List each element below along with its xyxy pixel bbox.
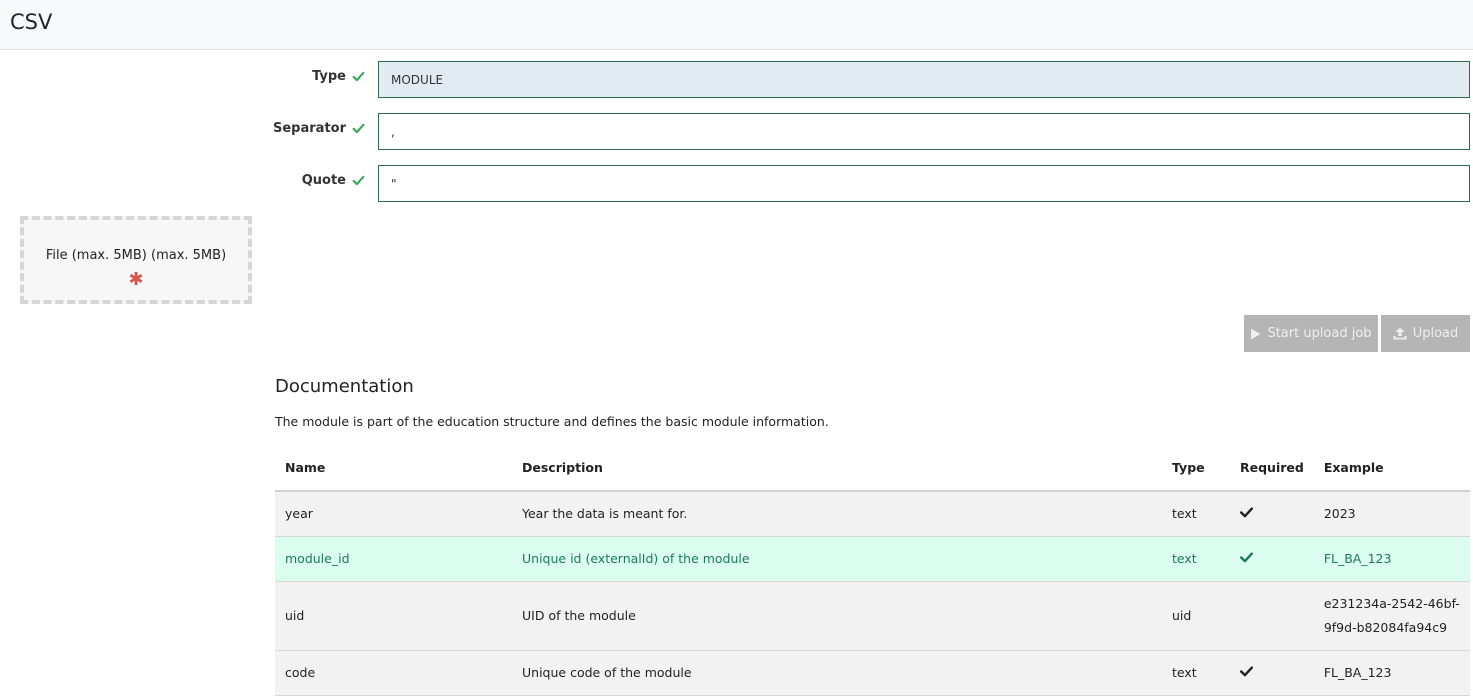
column-header-required: Required: [1230, 445, 1314, 492]
table-row: year Year the data is meant for. text 20…: [275, 491, 1470, 537]
quote-input[interactable]: [378, 165, 1470, 202]
separator-input[interactable]: [378, 113, 1470, 150]
cell-required: [1230, 491, 1314, 537]
cell-example: 2023: [1313, 491, 1470, 537]
column-header-example: Example: [1313, 445, 1470, 492]
table-row: module_id Unique id (externalId) of the …: [275, 536, 1470, 582]
cell-name: code: [275, 650, 512, 696]
upload-button[interactable]: Upload: [1381, 315, 1470, 352]
column-header-description: Description: [512, 445, 1162, 492]
cell-name: module_id: [275, 536, 512, 582]
start-upload-job-button[interactable]: Start upload job: [1244, 315, 1378, 352]
column-header-type: Type: [1162, 445, 1230, 492]
upload-icon: [1393, 327, 1407, 340]
separator-label-text: Separator: [273, 121, 346, 136]
cell-type: text: [1162, 536, 1230, 582]
checkmark-icon: [1240, 552, 1253, 563]
cell-name: uid: [275, 581, 512, 651]
cell-example: FL_BA_123: [1313, 536, 1470, 582]
check-icon: [352, 175, 365, 186]
quote-label: Quote: [302, 173, 365, 188]
form-row-separator: Separator: [273, 113, 1470, 150]
quote-label-text: Quote: [301, 173, 346, 188]
cell-example: e231234a-2542-46bf-9f9d-b82084fa94c9: [1313, 581, 1470, 651]
documentation-description: The module is part of the education stru…: [275, 414, 829, 429]
cell-example: FL_BA_123: [1313, 650, 1470, 696]
cell-name: year: [275, 491, 512, 537]
page-header: CSV: [0, 0, 1473, 50]
form-row-type: Type: [275, 61, 1470, 98]
type-label: Type: [312, 69, 365, 84]
cell-description: UID of the module: [512, 581, 1162, 651]
checkmark-icon: [1240, 507, 1253, 518]
file-dropzone[interactable]: File (max. 5MB) (max. 5MB) ✱: [20, 216, 252, 304]
required-asterisk-icon: ✱: [128, 269, 144, 290]
documentation-table: Name Description Type Required Example y…: [275, 445, 1470, 696]
table-header-row: Name Description Type Required Example: [275, 445, 1470, 492]
cell-description: Unique code of the module: [512, 650, 1162, 696]
separator-label: Separator: [273, 121, 365, 136]
cell-required: [1230, 536, 1314, 582]
form-row-quote: Quote: [275, 165, 1470, 202]
file-dropzone-label: File (max. 5MB) (max. 5MB): [45, 248, 227, 263]
cell-required: [1230, 581, 1314, 651]
cell-type: uid: [1162, 581, 1230, 651]
column-header-name: Name: [275, 445, 512, 492]
documentation-title: Documentation: [275, 376, 414, 397]
type-input[interactable]: [378, 61, 1470, 98]
check-icon: [352, 123, 365, 134]
cell-required: [1230, 650, 1314, 696]
cell-type: text: [1162, 491, 1230, 537]
cell-description: Unique id (externalId) of the module: [512, 536, 1162, 582]
start-upload-job-label: Start upload job: [1267, 326, 1372, 341]
type-label-text: Type: [312, 69, 346, 84]
play-icon: [1251, 328, 1261, 339]
upload-label: Upload: [1412, 326, 1459, 341]
table-row: code Unique code of the module text FL_B…: [275, 650, 1470, 696]
page-title: CSV: [10, 10, 53, 34]
cell-type: text: [1162, 650, 1230, 696]
check-icon: [352, 71, 365, 82]
checkmark-icon: [1240, 666, 1253, 677]
cell-description: Year the data is meant for.: [512, 491, 1162, 537]
table-row: uid UID of the module uid e231234a-2542-…: [275, 581, 1470, 651]
